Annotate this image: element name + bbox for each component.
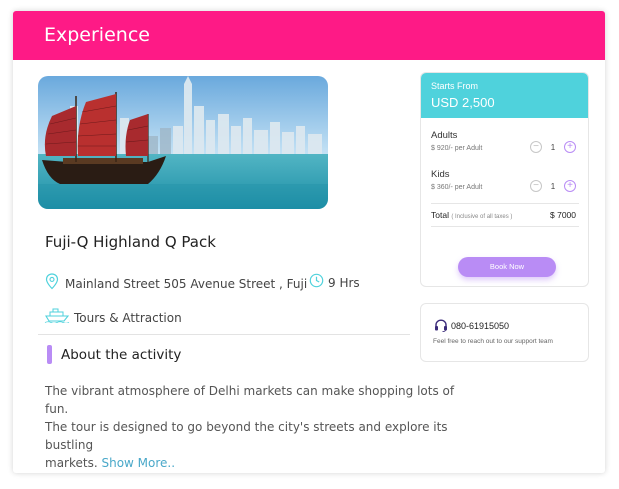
harbor-junk-boat-photo (38, 76, 328, 209)
support-panel: 080-61915050 Feel free to reach out to o… (420, 303, 589, 362)
description-line: markets. (45, 456, 98, 470)
kids-label: Kids (431, 169, 450, 180)
total-note: ( Inclusive of all taxes ) (451, 214, 513, 220)
location-pin-icon (45, 273, 59, 295)
package-title: Fuji-Q Highland Q Pack (45, 233, 216, 251)
header-bar: Experience (13, 11, 605, 60)
support-note: Feel free to reach out to our support te… (433, 338, 553, 345)
total-label: Total ( Inclusive of all taxes ) (431, 210, 512, 220)
show-more-link[interactable]: Show More.. (101, 456, 175, 470)
kids-quantity: 1 (550, 181, 556, 191)
clock-icon (309, 273, 324, 293)
page-title: Experience (44, 24, 150, 46)
price-amount: USD 2,500 (431, 95, 495, 110)
about-heading: About the activity (47, 345, 181, 364)
duration-row: 9 Hrs (309, 273, 360, 293)
divider (431, 203, 579, 204)
price-header: Starts From USD 2,500 (421, 73, 588, 118)
total-text: Total (431, 210, 449, 220)
location-row: Mainland Street 505 Avenue Street , Fuji (45, 273, 307, 295)
about-title: About the activity (61, 346, 182, 363)
support-phone[interactable]: 080-61915050 (451, 321, 509, 331)
category-row: Tours & Attraction (44, 307, 182, 328)
about-description: The vibrant atmosphere of Delhi markets … (45, 382, 455, 472)
adults-increment-button[interactable]: + (564, 141, 576, 153)
headset-icon (434, 319, 448, 337)
kids-decrement-button[interactable]: − (530, 180, 542, 192)
starts-from-label: Starts From (431, 81, 479, 91)
location-text: Mainland Street 505 Avenue Street , Fuji (65, 277, 308, 291)
description-line: The tour is designed to go beyond the ci… (45, 420, 448, 452)
adults-stepper: − 1 + (530, 141, 576, 153)
category-text: Tours & Attraction (74, 310, 182, 325)
adults-quantity: 1 (550, 142, 556, 152)
pricing-panel: Starts From USD 2,500 Adults $ 920/- per… (420, 72, 589, 287)
adults-decrement-button[interactable]: − (530, 141, 542, 153)
adults-price: $ 920/- per Adult (431, 145, 483, 152)
divider (38, 334, 410, 335)
package-photo (38, 76, 328, 209)
kids-stepper: − 1 + (530, 180, 576, 192)
divider (431, 226, 579, 227)
section-accent-bar (47, 345, 52, 364)
experience-card: Experience Fuji-Q Highland Q Pack Mainla… (13, 11, 605, 473)
duration-text: 9 Hrs (328, 276, 360, 290)
kids-increment-button[interactable]: + (564, 180, 576, 192)
ship-icon (44, 307, 70, 328)
total-amount: $ 7000 (550, 210, 576, 220)
description-line: The vibrant atmosphere of Delhi markets … (45, 384, 455, 416)
adults-label: Adults (431, 130, 458, 141)
book-now-button[interactable]: Book Now (458, 257, 556, 277)
kids-price: $ 360/- per Adult (431, 184, 483, 191)
